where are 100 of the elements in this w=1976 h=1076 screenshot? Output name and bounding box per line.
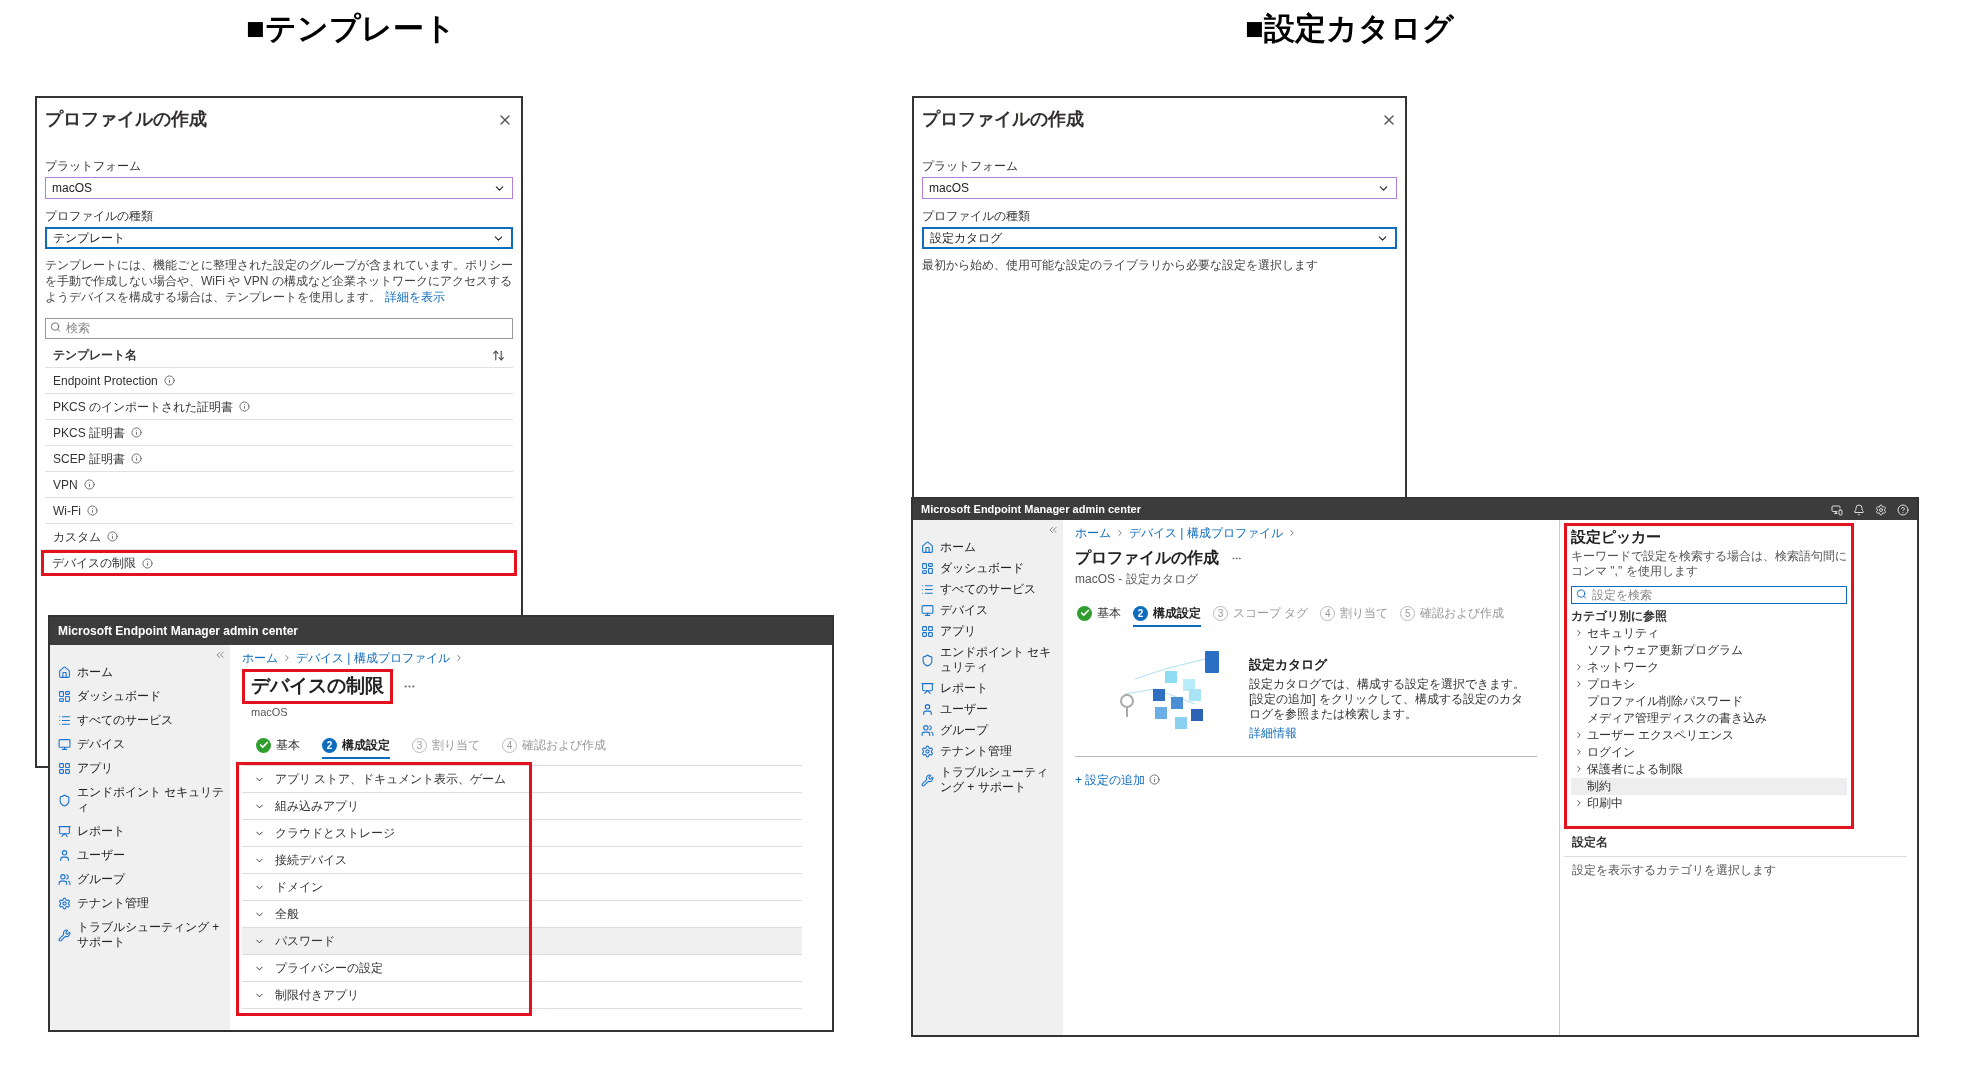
home-icon [921,541,934,554]
nav-item[interactable]: エンドポイント セキュリティ [921,645,1059,675]
dropdown-field[interactable]: macOS [45,177,513,199]
page-title: デバイスの制限 [242,669,393,704]
settings-section-row[interactable]: クラウドとストレージ [242,820,802,847]
template-row[interactable]: VPN [45,472,513,498]
catalog-description: 設定カタログでは、構成する設定を選択できます。[設定の追加] をクリックして、構成する設定のカタログを参照または検索します。 [1249,676,1526,722]
report-icon [58,825,71,838]
settings-section-row[interactable]: パスワード [242,928,802,955]
settings-section-row[interactable]: 組み込みアプリ [242,793,802,820]
wrench-icon [921,773,934,787]
wizard-step[interactable]: 基本 [256,736,300,759]
category-item[interactable]: 印刷中 [1571,794,1847,812]
template-row[interactable]: デバイスの制限 [41,550,517,576]
dropdown-field[interactable]: macOS [922,177,1397,199]
user-icon [921,703,934,716]
template-row[interactable]: PKCS 証明書 [45,420,513,446]
nav-item[interactable]: ダッシュボード [921,561,1059,576]
nav-item[interactable]: アプリ [58,761,226,776]
nav-item[interactable]: デバイス [921,603,1059,618]
sort-icon[interactable] [492,348,505,362]
info-icon[interactable] [142,557,153,569]
category-item[interactable]: セキュリティ [1571,624,1847,642]
settings-section-row[interactable]: 制限付きアプリ [242,982,802,1009]
category-item[interactable]: ログイン [1571,743,1847,761]
info-icon[interactable] [1149,774,1161,785]
template-row[interactable]: Wi-Fi [45,498,513,524]
nav-item[interactable]: エンドポイント セキュリティ [58,785,226,815]
nav-item[interactable]: トラブルシューティング + サポート [921,765,1059,795]
settings-section-row[interactable]: ドメイン [242,874,802,901]
chevron-right-icon [282,653,292,663]
gear-icon [921,745,934,758]
info-icon[interactable] [83,479,95,490]
info-icon[interactable] [131,427,142,438]
wizard-step[interactable]: 2 構成設定 [322,736,390,759]
breadcrumb-link[interactable]: ホーム [242,649,278,667]
info-icon[interactable] [130,453,142,464]
wizard-step[interactable]: 2 構成設定 [1133,604,1201,627]
search-field[interactable]: 設定を検索 [1571,585,1847,604]
nav-item[interactable]: レポート [921,681,1059,696]
collapse-icon[interactable] [1047,524,1059,536]
breadcrumb-link[interactable]: デバイス | 構成プロファイル [296,649,450,667]
dropdown-field[interactable]: テンプレート [45,227,513,249]
column-header: 設定名 [1572,833,1609,851]
check-icon [256,737,271,753]
nav-item[interactable]: グループ [58,872,226,887]
info-icon[interactable] [87,505,98,516]
nav-item[interactable]: アプリ [921,624,1059,639]
nav-item[interactable]: トラブルシューティング + サポート [58,920,226,950]
settings-section-row[interactable]: アプリ ストア、ドキュメント表示、ゲーム [242,766,802,793]
template-row[interactable]: PKCS のインポートされた証明書 [45,394,513,420]
nav-item[interactable]: テナント管理 [921,744,1059,759]
breadcrumb-link[interactable]: デバイス | 構成プロファイル [1129,524,1283,542]
notification-icon[interactable] [1853,503,1865,516]
app-title: Microsoft Endpoint Manager admin center [921,502,1142,518]
nav-item[interactable]: ダッシュボード [58,689,226,704]
template-row[interactable]: Endpoint Protection [45,368,513,394]
nav-item[interactable]: ホーム [921,540,1059,555]
dialog-title: プロファイルの作成 [45,108,207,131]
nav-item[interactable]: ユーザー [921,702,1059,717]
chevron-right-icon [1574,798,1584,808]
learn-more-link[interactable]: 詳細情報 [1249,723,1529,742]
details-link[interactable]: 詳細を表示 [385,290,445,304]
settings-section-row[interactable]: 接続デバイス [242,847,802,874]
dialog-title: プロファイルの作成 [922,108,1084,131]
info-icon[interactable] [107,531,118,542]
category-item[interactable]: メディア管理ディスクの書き込み [1571,709,1847,727]
nav-item[interactable]: グループ [921,723,1059,738]
category-item[interactable]: 保護者による制限 [1571,760,1847,778]
nav-item[interactable]: レポート [58,824,226,839]
chevron-right-icon [1115,528,1125,538]
category-heading: カテゴリ別に参照 [1571,607,1668,625]
info-icon[interactable] [163,375,175,386]
category-item[interactable]: ユーザー エクスペリエンス [1571,726,1847,744]
collapse-icon[interactable] [214,649,226,661]
nav-item[interactable]: テナント管理 [58,896,226,911]
add-settings-link[interactable]: + 設定の追加 [1075,770,1146,789]
shield-icon [921,653,934,667]
breadcrumb-link[interactable]: ホーム [1075,524,1111,542]
category-item[interactable]: ネットワーク [1571,658,1847,676]
category-item[interactable]: プロキシ [1571,675,1847,693]
info-icon[interactable] [239,401,250,412]
section-heading: ■テンプレート [246,10,456,48]
template-row[interactable]: SCEP 証明書 [45,446,513,472]
devices-icon[interactable] [1831,503,1843,516]
settings-icon[interactable] [1875,503,1887,516]
help-icon[interactable] [1897,503,1909,516]
template-row[interactable]: カスタム [45,524,513,550]
category-item[interactable]: ソフトウェア更新プログラム [1571,641,1847,659]
wizard-step[interactable]: 基本 [1077,604,1121,627]
nav-item[interactable]: すべてのサービス [58,713,226,728]
nav-item[interactable]: すべてのサービス [921,582,1059,597]
search-field[interactable]: 検索 [45,317,513,339]
category-item[interactable]: 制約 [1571,777,1847,795]
nav-item[interactable]: ホーム [58,665,226,680]
nav-item[interactable]: デバイス [58,737,226,752]
category-item[interactable]: プロファイル削除パスワード [1571,692,1847,710]
dropdown-field[interactable]: 設定カタログ [922,227,1397,249]
nav-item[interactable]: ユーザー [58,848,226,863]
settings-section-row[interactable]: プライバシーの設定 [242,955,802,982]
